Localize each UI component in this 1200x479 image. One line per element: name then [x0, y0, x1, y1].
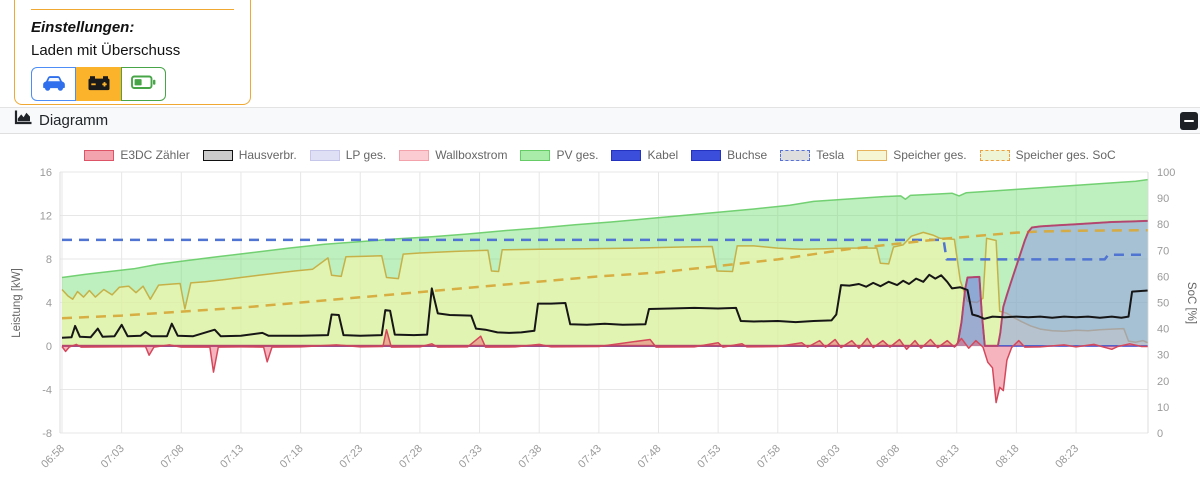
y-right-tick: 90 [1157, 193, 1169, 205]
legend-item[interactable]: LP ges. [309, 148, 387, 162]
diagram-title: Diagramm [39, 112, 109, 129]
legend-item[interactable]: Tesla [780, 148, 844, 162]
y-right-tick: 20 [1157, 376, 1169, 388]
x-tick: 06:58 [39, 443, 67, 471]
legend-item[interactable]: Hausverbr. [202, 148, 297, 162]
mode-car-button[interactable] [31, 67, 76, 101]
y-right-tick: 100 [1157, 167, 1175, 179]
legend-label: Speicher ges. [893, 148, 967, 162]
x-tick: 07:03 [99, 443, 127, 471]
legend-swatch [309, 149, 340, 161]
mode-battery-priority-button[interactable] [76, 67, 121, 101]
x-tick: 07:43 [576, 443, 604, 471]
x-tick: 08:08 [874, 443, 902, 471]
y-right-tick: 30 [1157, 350, 1169, 362]
y-left-tick: 16 [40, 167, 52, 179]
y-left-tick: 12 [40, 211, 52, 223]
legend-label: Wallboxstrom [435, 148, 508, 162]
y-right-tick: 50 [1157, 298, 1169, 310]
y-left-tick: -4 [42, 385, 52, 397]
chart-container: 16 12 8 4 0 -4 -8 100 90 80 70 60 50 40 30 20 10 0 06:58 07… [0, 133, 1200, 479]
y-left-tick: 4 [46, 298, 52, 310]
y-left-tick: -8 [42, 428, 52, 440]
chart-legend: E3DC Zähler Hausverbr. LP ges. Wallboxstrom… [0, 148, 1200, 162]
legend-item[interactable]: Buchse [691, 148, 767, 162]
x-tick: 07:58 [755, 443, 783, 471]
legend-item[interactable]: E3DC Zähler [84, 148, 190, 162]
y-left-tick: 0 [46, 341, 52, 353]
legend-swatch [979, 149, 1010, 161]
x-tick: 07:38 [516, 443, 544, 471]
settings-title: Einstellungen: [31, 19, 135, 36]
chart-canvas[interactable]: 1612840-4-8100908070605040302010006:58 07… [0, 133, 1200, 479]
car-icon [41, 73, 67, 95]
battery-icon [131, 75, 156, 93]
legend-swatch [520, 149, 551, 161]
y-right-tick: 0 [1157, 428, 1163, 440]
x-tick: 07:28 [397, 443, 425, 471]
y-left-tick: 8 [46, 254, 52, 266]
divider [31, 9, 234, 10]
charge-mode-button-group [31, 67, 166, 101]
legend-label: Kabel [647, 148, 679, 162]
legend-label: Speicher ges. SoC [1015, 148, 1116, 162]
chart-area-icon [14, 110, 32, 131]
mode-eco-button[interactable] [121, 67, 166, 101]
legend-item[interactable]: Wallboxstrom [399, 148, 507, 162]
legend-label: LP ges. [345, 148, 387, 162]
x-tick: 07:08 [158, 443, 186, 471]
minus-icon [1184, 119, 1194, 123]
legend-item[interactable]: Speicher ges. SoC [979, 148, 1116, 162]
legend-swatch [399, 149, 430, 161]
charge-mode-label: Laden mit Überschuss [31, 42, 181, 59]
x-tick: 07:53 [695, 443, 723, 471]
y-left-axis-title: Leistung [kW] [11, 268, 23, 338]
x-tick: 07:18 [278, 443, 306, 471]
y-right-tick: 80 [1157, 219, 1169, 231]
collapse-button[interactable] [1180, 112, 1198, 130]
settings-card: Einstellungen: Laden mit Überschuss [14, 0, 251, 105]
legend-swatch [84, 149, 115, 161]
legend-label: Buchse [727, 148, 768, 162]
diagram-header: Diagramm [0, 107, 1200, 134]
x-tick: 08:13 [934, 443, 962, 471]
x-tick: 08:03 [815, 443, 843, 471]
legend-swatch [611, 149, 642, 161]
y-right-tick: 10 [1157, 402, 1169, 414]
x-tick: 07:13 [218, 443, 246, 471]
legend-item[interactable]: Kabel [611, 148, 678, 162]
car-battery-icon [87, 74, 111, 95]
legend-label: PV ges. [556, 148, 599, 162]
legend-label: Tesla [816, 148, 845, 162]
legend-item[interactable]: Speicher ges. [857, 148, 967, 162]
y-right-tick: 70 [1157, 245, 1169, 257]
legend-swatch [780, 149, 811, 161]
x-tick: 08:23 [1053, 443, 1081, 471]
legend-label: Hausverbr. [238, 148, 297, 162]
legend-item[interactable]: PV ges. [520, 148, 598, 162]
legend-swatch [857, 149, 888, 161]
x-tick: 07:23 [337, 443, 365, 471]
y-right-tick: 40 [1157, 324, 1169, 336]
x-tick: 07:48 [636, 443, 664, 471]
legend-swatch [691, 149, 722, 161]
legend-label: E3DC Zähler [120, 148, 190, 162]
x-tick: 08:18 [994, 443, 1022, 471]
legend-swatch [202, 149, 233, 161]
y-right-axis-title: SoC [%] [1185, 282, 1197, 324]
x-tick: 07:33 [457, 443, 485, 471]
y-right-tick: 60 [1157, 271, 1169, 283]
